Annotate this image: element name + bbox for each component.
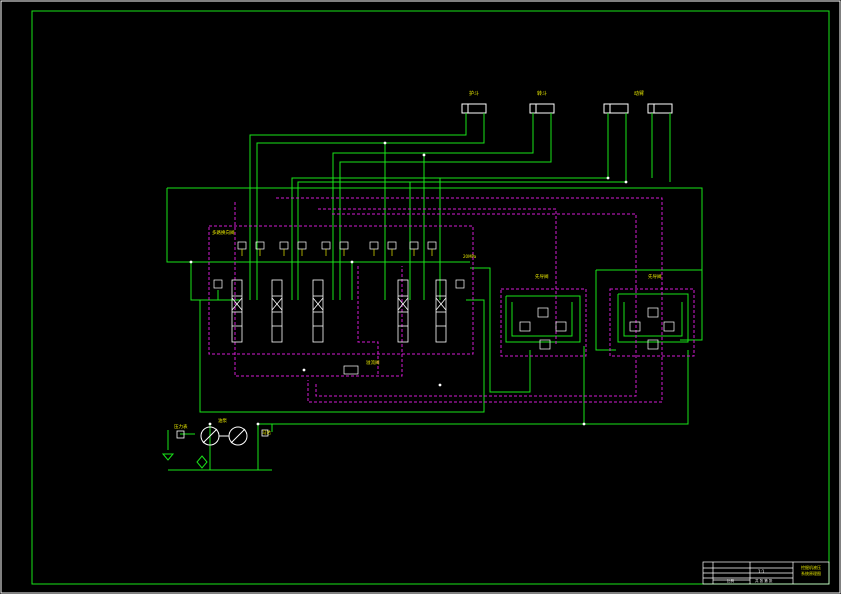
hydraulic-schematic-sheet: 挖掘机液压 系统原理图 1:1 比例 共 张 第 张 护斗 转斗 动臂 多路换向… xyxy=(0,0,841,594)
inner-border xyxy=(31,10,830,585)
motor-symbol xyxy=(228,426,248,446)
valve-head-yellow-marks xyxy=(241,249,433,256)
pressure-label: 20MPa xyxy=(463,254,477,259)
cylinder-bucket xyxy=(461,103,487,114)
outer-border xyxy=(0,0,841,594)
working-lines xyxy=(166,113,703,471)
scale-label: 比例 xyxy=(727,578,735,583)
title-row-1: 挖掘机液压 xyxy=(801,564,821,570)
directional-valve-4 xyxy=(397,279,409,343)
scale-cell: 1:1 xyxy=(758,569,765,574)
cylinder-arm xyxy=(529,103,555,114)
cylinder-arm-label: 转斗 xyxy=(537,90,547,97)
pump-label: 油泵 xyxy=(218,417,227,424)
relief-label: 溢流阀 xyxy=(366,359,380,366)
junction-dots xyxy=(189,141,628,426)
aux-valve-1-label: 先导阀 xyxy=(535,273,549,280)
motor-label: 马达 xyxy=(262,429,271,436)
filter-diamond xyxy=(196,455,208,469)
tank-symbol xyxy=(161,453,175,461)
cylinder-boom-2 xyxy=(647,103,673,114)
directional-valve-5 xyxy=(435,279,447,343)
title-row-2: 系统原理图 xyxy=(801,570,821,576)
pilot-valve-1-elements xyxy=(519,307,567,350)
directional-valve-2 xyxy=(271,279,283,343)
cylinder-boom-1 xyxy=(603,103,629,114)
directional-valve-3 xyxy=(312,279,324,343)
directional-valve-1 xyxy=(231,279,243,343)
sheet-count: 共 张 第 张 xyxy=(755,578,773,583)
gauge-label: 压力表 xyxy=(174,423,188,430)
aux-valve-2-label: 先导阀 xyxy=(648,273,662,280)
cylinder-boom-label: 动臂 xyxy=(634,90,644,97)
valve-block-label: 多路换向阀 xyxy=(212,229,235,236)
cylinder-bucket-label: 护斗 xyxy=(469,90,479,97)
pilot-valve-2-elements xyxy=(629,307,675,350)
